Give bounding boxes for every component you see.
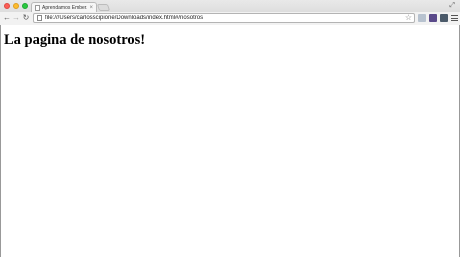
- address-bar[interactable]: file:///Users/carlosscipione/Downloads/i…: [33, 13, 415, 23]
- star-icon[interactable]: ☆: [405, 14, 412, 22]
- url-text[interactable]: file:///Users/carlosscipione/Downloads/i…: [45, 15, 405, 21]
- extension-icon[interactable]: [429, 14, 437, 22]
- forward-arrow-icon[interactable]: →: [11, 13, 21, 23]
- minimize-window-button[interactable]: [13, 3, 19, 9]
- extension-icon[interactable]: [418, 14, 426, 22]
- page-icon: [35, 4, 40, 11]
- browser-chrome: Aprendamos Ember.js en × ⤢ ← → ↻ file://…: [0, 0, 460, 25]
- page-heading: La pagina de nosotros!: [4, 32, 146, 48]
- fullscreen-icon[interactable]: ⤢: [449, 2, 455, 9]
- page-content: La pagina de nosotros!: [0, 25, 460, 257]
- tab-title: Aprendamos Ember.js en: [42, 4, 88, 11]
- extension-icon[interactable]: [440, 14, 448, 22]
- tab-strip: Aprendamos Ember.js en × ⤢: [0, 0, 460, 12]
- maximize-window-button[interactable]: [22, 3, 28, 9]
- page-icon: [37, 15, 42, 21]
- window-controls: [4, 3, 28, 9]
- new-tab-button[interactable]: [96, 4, 111, 11]
- menu-icon[interactable]: [451, 14, 458, 22]
- close-window-button[interactable]: [4, 3, 10, 9]
- toolbar: ← → ↻ file:///Users/carlosscipione/Downl…: [0, 12, 460, 25]
- tab-active[interactable]: Aprendamos Ember.js en ×: [31, 2, 97, 12]
- window-border: [0, 25, 1, 257]
- close-icon[interactable]: ×: [89, 5, 93, 11]
- reload-icon[interactable]: ↻: [21, 13, 31, 23]
